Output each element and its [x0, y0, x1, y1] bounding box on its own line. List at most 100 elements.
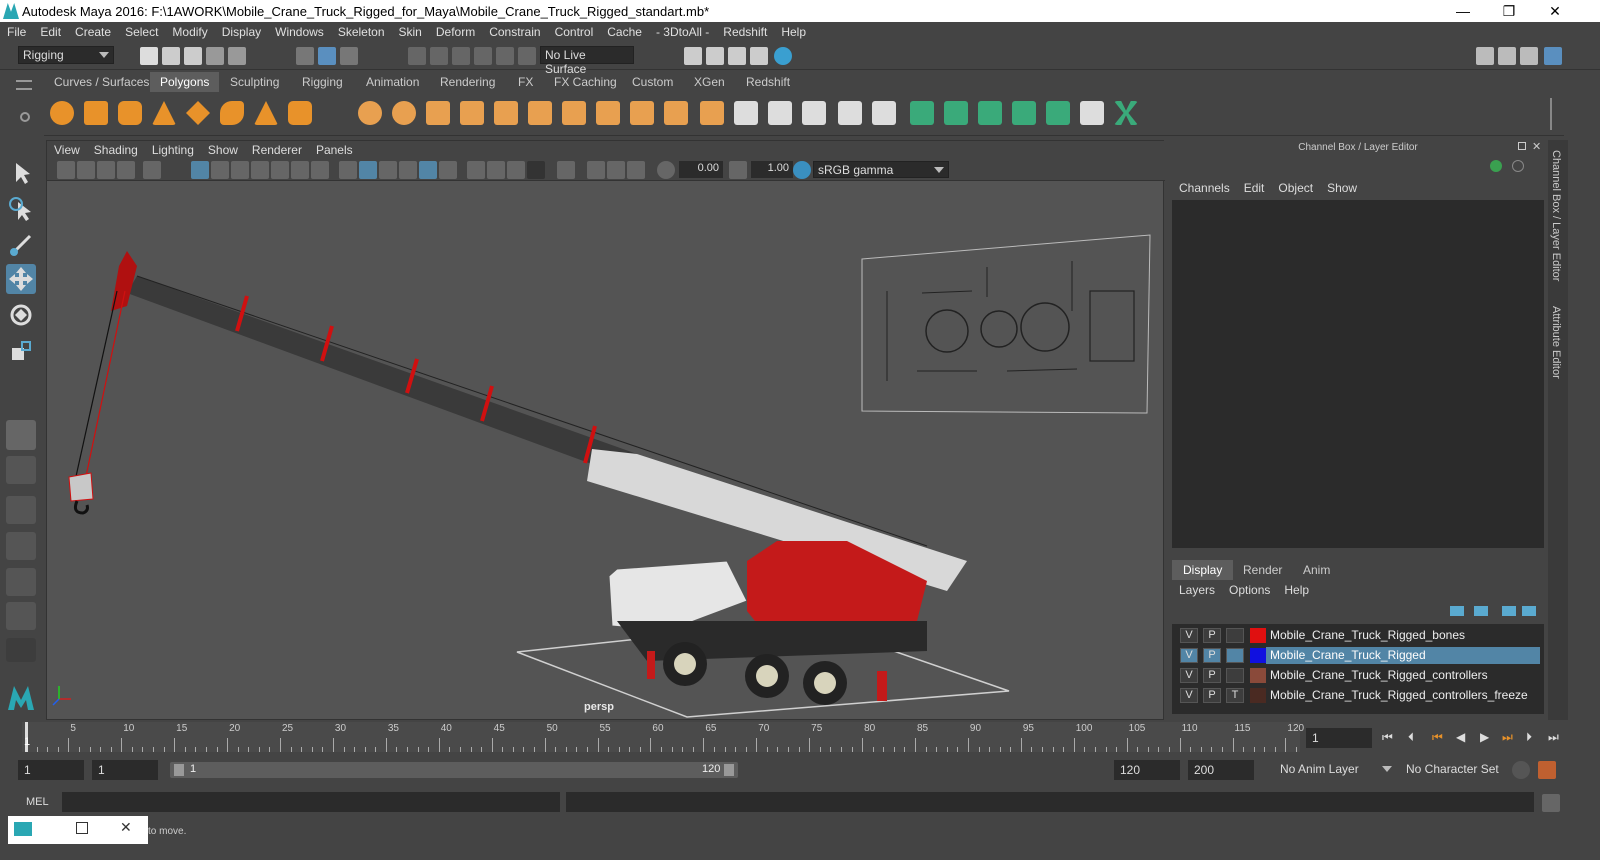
step-back-key-icon[interactable]: ⏮ — [1432, 730, 1443, 745]
render-view-icon[interactable] — [684, 47, 702, 65]
layer-layout-icon[interactable] — [1544, 47, 1562, 65]
script-editor-icon[interactable] — [1542, 794, 1560, 812]
menu-create[interactable]: Create — [68, 22, 118, 39]
layer-row[interactable]: V P Mobile_Crane_Truck_Rigged — [1172, 646, 1544, 665]
layer-visibility-toggle[interactable]: V — [1180, 668, 1198, 683]
color-management-icon[interactable] — [793, 161, 811, 179]
layer-row[interactable]: V P Mobile_Crane_Truck_Rigged_bones — [1172, 626, 1544, 645]
outliner-layout-icon[interactable] — [1498, 47, 1516, 65]
layer-playback-toggle[interactable]: P — [1203, 668, 1221, 683]
gate-mask-icon[interactable] — [251, 161, 269, 179]
channel-list[interactable] — [1172, 200, 1544, 548]
menu-file[interactable]: File — [0, 22, 33, 39]
select-object-icon[interactable] — [318, 47, 336, 65]
separate-icon[interactable] — [392, 101, 416, 125]
vp-menu-lighting[interactable]: Lighting — [145, 141, 201, 159]
workspace-layout-icon[interactable] — [1476, 47, 1494, 65]
grid-icon[interactable] — [191, 161, 209, 179]
wireframe-on-shaded-icon[interactable] — [379, 161, 397, 179]
select-hierarchy-icon[interactable] — [296, 47, 314, 65]
anim-prefs-icon[interactable] — [1538, 761, 1556, 779]
playback-start-field[interactable]: 1 — [92, 760, 158, 780]
snap-vertex-icon[interactable] — [518, 47, 536, 65]
tab-curves-surfaces[interactable]: Curves / Surfaces — [44, 72, 159, 92]
maya-home-icon[interactable] — [6, 682, 36, 712]
new-scene-icon[interactable] — [140, 47, 158, 65]
restore-icon[interactable] — [76, 822, 88, 834]
snap-grid-icon[interactable] — [408, 47, 426, 65]
poly-pipe-icon[interactable] — [288, 101, 312, 125]
shelf-settings-icon[interactable] — [20, 112, 30, 122]
menu-skeleton[interactable]: Skeleton — [331, 22, 392, 39]
poly-cone-icon[interactable] — [152, 101, 176, 125]
menu-skin[interactable]: Skin — [392, 22, 429, 39]
layer-playback-toggle[interactable]: P — [1203, 628, 1221, 643]
tab-fx-caching[interactable]: FX Caching — [544, 72, 627, 92]
channel-menu-object[interactable]: Object — [1271, 180, 1320, 196]
uv-layout-icon[interactable] — [838, 101, 862, 125]
extrude-icon[interactable] — [494, 101, 518, 125]
maya-window-icon[interactable] — [14, 822, 32, 836]
mel-label[interactable]: MEL — [26, 796, 49, 808]
paint-select-icon[interactable] — [910, 101, 934, 125]
tab-anim[interactable]: Anim — [1292, 560, 1341, 580]
rotate-tool-icon[interactable] — [6, 300, 36, 330]
current-frame-field[interactable]: 1 — [1306, 728, 1372, 748]
select-tool-icon[interactable] — [6, 158, 36, 188]
anim-layer-dropdown[interactable]: No Anim Layer — [1276, 761, 1396, 779]
planar-map-icon[interactable] — [734, 101, 758, 125]
resolution-gate-icon[interactable] — [231, 161, 249, 179]
image-plane-icon[interactable] — [117, 161, 135, 179]
anti-aliasing-icon[interactable] — [507, 161, 525, 179]
menu-select[interactable]: Select — [118, 22, 165, 39]
combine-icon[interactable] — [358, 101, 382, 125]
channel-options-icon[interactable] — [1512, 160, 1524, 172]
save-scene-icon[interactable] — [184, 47, 202, 65]
auto-map-icon[interactable] — [768, 101, 792, 125]
layer-name[interactable]: Mobile_Crane_Truck_Rigged — [1266, 647, 1540, 664]
maximize-button[interactable]: ❐ — [1486, 0, 1532, 22]
relax-icon[interactable] — [1012, 101, 1036, 125]
layer-playback-toggle[interactable]: P — [1203, 688, 1221, 703]
tab-sculpting[interactable]: Sculpting — [220, 72, 289, 92]
vp-menu-shading[interactable]: Shading — [87, 141, 145, 159]
snap-curve-icon[interactable] — [430, 47, 448, 65]
auto-key-icon[interactable] — [1512, 761, 1530, 779]
poly-prism-icon[interactable] — [254, 101, 278, 125]
snap-surface-icon[interactable] — [496, 47, 514, 65]
target-weld-icon[interactable] — [630, 101, 654, 125]
tab-display[interactable]: Display — [1172, 560, 1234, 580]
tab-redshift[interactable]: Redshift — [736, 72, 800, 92]
channel-sync-icon[interactable] — [1490, 160, 1502, 172]
channelbox-layout-icon[interactable] — [1520, 47, 1538, 65]
quad-draw-icon[interactable] — [978, 101, 1002, 125]
checker-icon[interactable] — [1080, 101, 1104, 125]
mode-dropdown[interactable]: Rigging — [18, 46, 114, 64]
poly-torus-icon[interactable] — [220, 101, 244, 125]
move-layer-up-icon[interactable] — [1450, 606, 1464, 616]
range-slider[interactable]: 1 120 — [170, 762, 738, 778]
layer-color-swatch[interactable] — [1250, 688, 1266, 703]
persp-outliner-layout-icon[interactable] — [6, 496, 36, 524]
snap-view-icon[interactable] — [474, 47, 492, 65]
bookmark-icon[interactable] — [97, 161, 115, 179]
poly-cylinder-icon[interactable] — [118, 101, 142, 125]
close-panel-icon[interactable]: ✕ — [1532, 140, 1541, 153]
textures-icon[interactable] — [399, 161, 417, 179]
menu-control[interactable]: Control — [548, 22, 601, 39]
layer-name[interactable]: Mobile_Crane_Truck_Rigged_controllers_fr… — [1266, 687, 1540, 704]
menu-3dtoall[interactable]: - 3DtoAll - — [649, 22, 716, 39]
film-gate-icon[interactable] — [211, 161, 229, 179]
wireframe-icon[interactable] — [339, 161, 357, 179]
depth-of-field-icon[interactable] — [527, 161, 545, 179]
bevel-icon[interactable] — [562, 101, 586, 125]
tab-polygons[interactable]: Polygons — [150, 72, 220, 92]
go-to-end-icon[interactable]: ⏭ — [1548, 730, 1559, 745]
hypershade-icon[interactable] — [774, 47, 792, 65]
layer-type-toggle[interactable] — [1226, 668, 1244, 683]
smooth-icon[interactable] — [460, 101, 484, 125]
grease-pencil-icon[interactable] — [143, 161, 161, 179]
append-icon[interactable] — [664, 101, 688, 125]
tab-xgen[interactable]: XGen — [684, 72, 735, 92]
field-chart-icon[interactable] — [271, 161, 289, 179]
